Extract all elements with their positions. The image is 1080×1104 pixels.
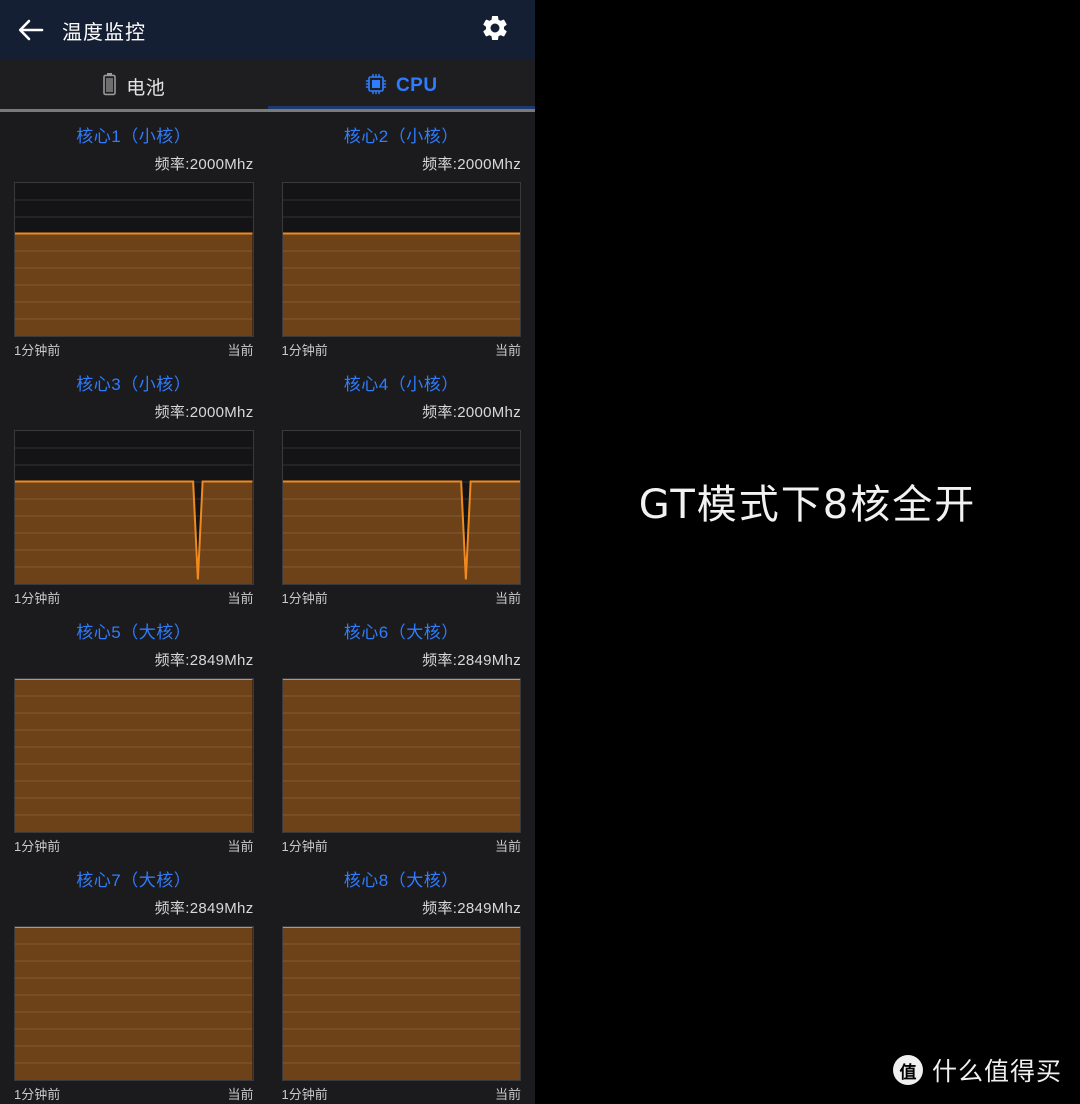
axis-label-end: 当前	[227, 343, 254, 358]
core-frequency-label: 频率:2849Mhz	[422, 900, 521, 917]
core-frequency-label: 频率:2849Mhz	[154, 900, 254, 917]
core-frequency-label: 频率:2849Mhz	[154, 652, 254, 669]
core-title: 核心3（小核）	[76, 375, 192, 394]
phone-screenshot: 温度监控 电池 CPU 核心1（小核） 频率:2000Mhz 1分钟前 当前 核…	[0, 0, 535, 1104]
tab-cpu-label: CPU	[395, 75, 438, 96]
tab-cpu[interactable]: CPU	[268, 60, 536, 112]
gear-icon	[480, 13, 510, 48]
core-usage-chart[interactable]	[14, 182, 254, 337]
core-frequency-label: 频率:2000Mhz	[422, 404, 521, 421]
chart-axis-labels: 1分钟前 当前	[14, 1084, 254, 1103]
watermark-text: 什么值得买	[931, 1058, 1062, 1086]
watermark-logo-icon: 值	[892, 1055, 923, 1085]
chart-axis-labels: 1分钟前 当前	[14, 588, 254, 607]
core-title: 核心4（小核）	[343, 375, 459, 394]
axis-label-start: 1分钟前	[14, 343, 61, 358]
core-usage-chart[interactable]	[281, 926, 521, 1081]
core-usage-chart[interactable]	[281, 182, 521, 337]
core-usage-chart[interactable]	[281, 678, 521, 833]
watermark: 值 什么值得买	[892, 1052, 1062, 1088]
core-frequency-label: 频率:2000Mhz	[154, 404, 254, 421]
chart-axis-labels: 1分钟前 当前	[282, 588, 522, 607]
caption-area: GT模式下8核全开 值 什么值得买	[535, 0, 1080, 1104]
axis-label-start: 1分钟前	[14, 591, 61, 606]
core-title: 核心8（大核）	[343, 871, 459, 890]
core-panel: 核心5（大核） 频率:2849Mhz 1分钟前 当前	[0, 608, 268, 856]
core-title: 核心1（小核）	[76, 127, 192, 146]
axis-label-end: 当前	[227, 1087, 254, 1102]
core-usage-chart[interactable]	[14, 678, 254, 833]
axis-label-end: 当前	[227, 839, 254, 854]
core-title: 核心2（小核）	[343, 127, 459, 146]
cpu-chip-icon	[365, 73, 387, 100]
caption-text: GT模式下8核全开	[638, 482, 977, 528]
app-bar: 温度监控	[0, 0, 535, 60]
axis-label-end: 当前	[494, 343, 521, 358]
core-panel: 核心8（大核） 频率:2849Mhz 1分钟前 当前	[268, 856, 536, 1104]
page-title: 温度监控	[62, 21, 146, 44]
axis-label-start: 1分钟前	[281, 1087, 328, 1102]
tab-battery[interactable]: 电池	[0, 60, 268, 112]
tab-indicator-active	[267, 106, 535, 109]
axis-label-start: 1分钟前	[14, 1087, 61, 1102]
chart-axis-labels: 1分钟前 当前	[14, 836, 254, 855]
axis-label-end: 当前	[494, 1087, 521, 1102]
chart-axis-labels: 1分钟前 当前	[282, 1084, 522, 1103]
back-button[interactable]	[0, 0, 62, 60]
core-usage-chart[interactable]	[14, 926, 254, 1081]
axis-label-start: 1分钟前	[14, 839, 61, 854]
core-usage-chart[interactable]	[14, 430, 254, 585]
core-panel: 核心6（大核） 频率:2849Mhz 1分钟前 当前	[268, 608, 536, 856]
core-panel: 核心4（小核） 频率:2000Mhz 1分钟前 当前	[268, 360, 536, 608]
core-chart-grid: 核心1（小核） 频率:2000Mhz 1分钟前 当前 核心2（小核） 频率:2000Mhz…	[0, 112, 535, 1104]
core-panel: 核心1（小核） 频率:2000Mhz 1分钟前 当前	[0, 112, 268, 360]
tab-battery-label: 电池	[126, 77, 166, 99]
axis-label-end: 当前	[494, 839, 521, 854]
core-usage-chart[interactable]	[281, 430, 521, 585]
back-arrow-icon	[17, 17, 45, 43]
chart-axis-labels: 1分钟前 当前	[14, 340, 254, 359]
axis-label-end: 当前	[494, 591, 521, 606]
chart-axis-labels: 1分钟前 当前	[282, 340, 522, 359]
tab-bar: 电池 CPU	[0, 60, 535, 112]
core-panel: 核心3（小核） 频率:2000Mhz 1分钟前 当前	[0, 360, 268, 608]
chart-axis-labels: 1分钟前 当前	[282, 836, 522, 855]
core-panel: 核心7（大核） 频率:2849Mhz 1分钟前 当前	[0, 856, 268, 1104]
core-frequency-label: 频率:2849Mhz	[422, 652, 521, 669]
battery-icon	[102, 72, 117, 101]
core-panel: 核心2（小核） 频率:2000Mhz 1分钟前 当前	[268, 112, 536, 360]
core-title: 核心6（大核）	[343, 623, 459, 642]
axis-label-end: 当前	[227, 591, 254, 606]
core-title: 核心5（大核）	[76, 623, 192, 642]
axis-label-start: 1分钟前	[281, 343, 328, 358]
core-title: 核心7（大核）	[76, 871, 192, 890]
axis-label-start: 1分钟前	[281, 591, 328, 606]
settings-button[interactable]	[467, 0, 523, 60]
core-frequency-label: 频率:2000Mhz	[154, 156, 254, 173]
axis-label-start: 1分钟前	[281, 839, 328, 854]
core-frequency-label: 频率:2000Mhz	[422, 156, 521, 173]
